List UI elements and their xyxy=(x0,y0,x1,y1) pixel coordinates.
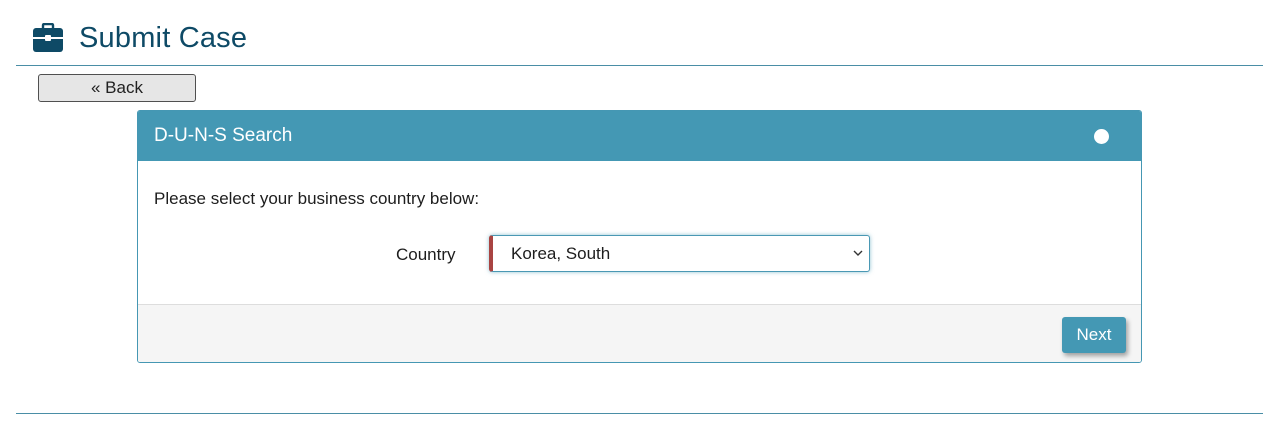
duns-search-panel: D-U-N-S Search Please select your busine… xyxy=(137,110,1142,363)
briefcase-icon xyxy=(33,23,63,52)
panel-title: D-U-N-S Search xyxy=(154,125,293,146)
page-title: Submit Case xyxy=(79,21,248,54)
circle-icon xyxy=(1094,129,1109,144)
instructions-text: Please select your business country belo… xyxy=(154,189,480,208)
footer-divider xyxy=(16,413,1263,414)
country-selected-value: Korea, South xyxy=(511,244,611,263)
panel-heading: D-U-N-S Search xyxy=(138,111,1141,161)
panel-footer: Next xyxy=(138,304,1141,362)
chevron-down-icon xyxy=(853,250,863,256)
back-button[interactable]: « Back xyxy=(38,74,196,102)
page-header: Submit Case xyxy=(32,18,247,58)
header-divider xyxy=(16,65,1263,66)
country-select[interactable]: Korea, South xyxy=(489,235,870,272)
country-label: Country xyxy=(396,245,456,264)
next-button[interactable]: Next xyxy=(1062,317,1126,353)
